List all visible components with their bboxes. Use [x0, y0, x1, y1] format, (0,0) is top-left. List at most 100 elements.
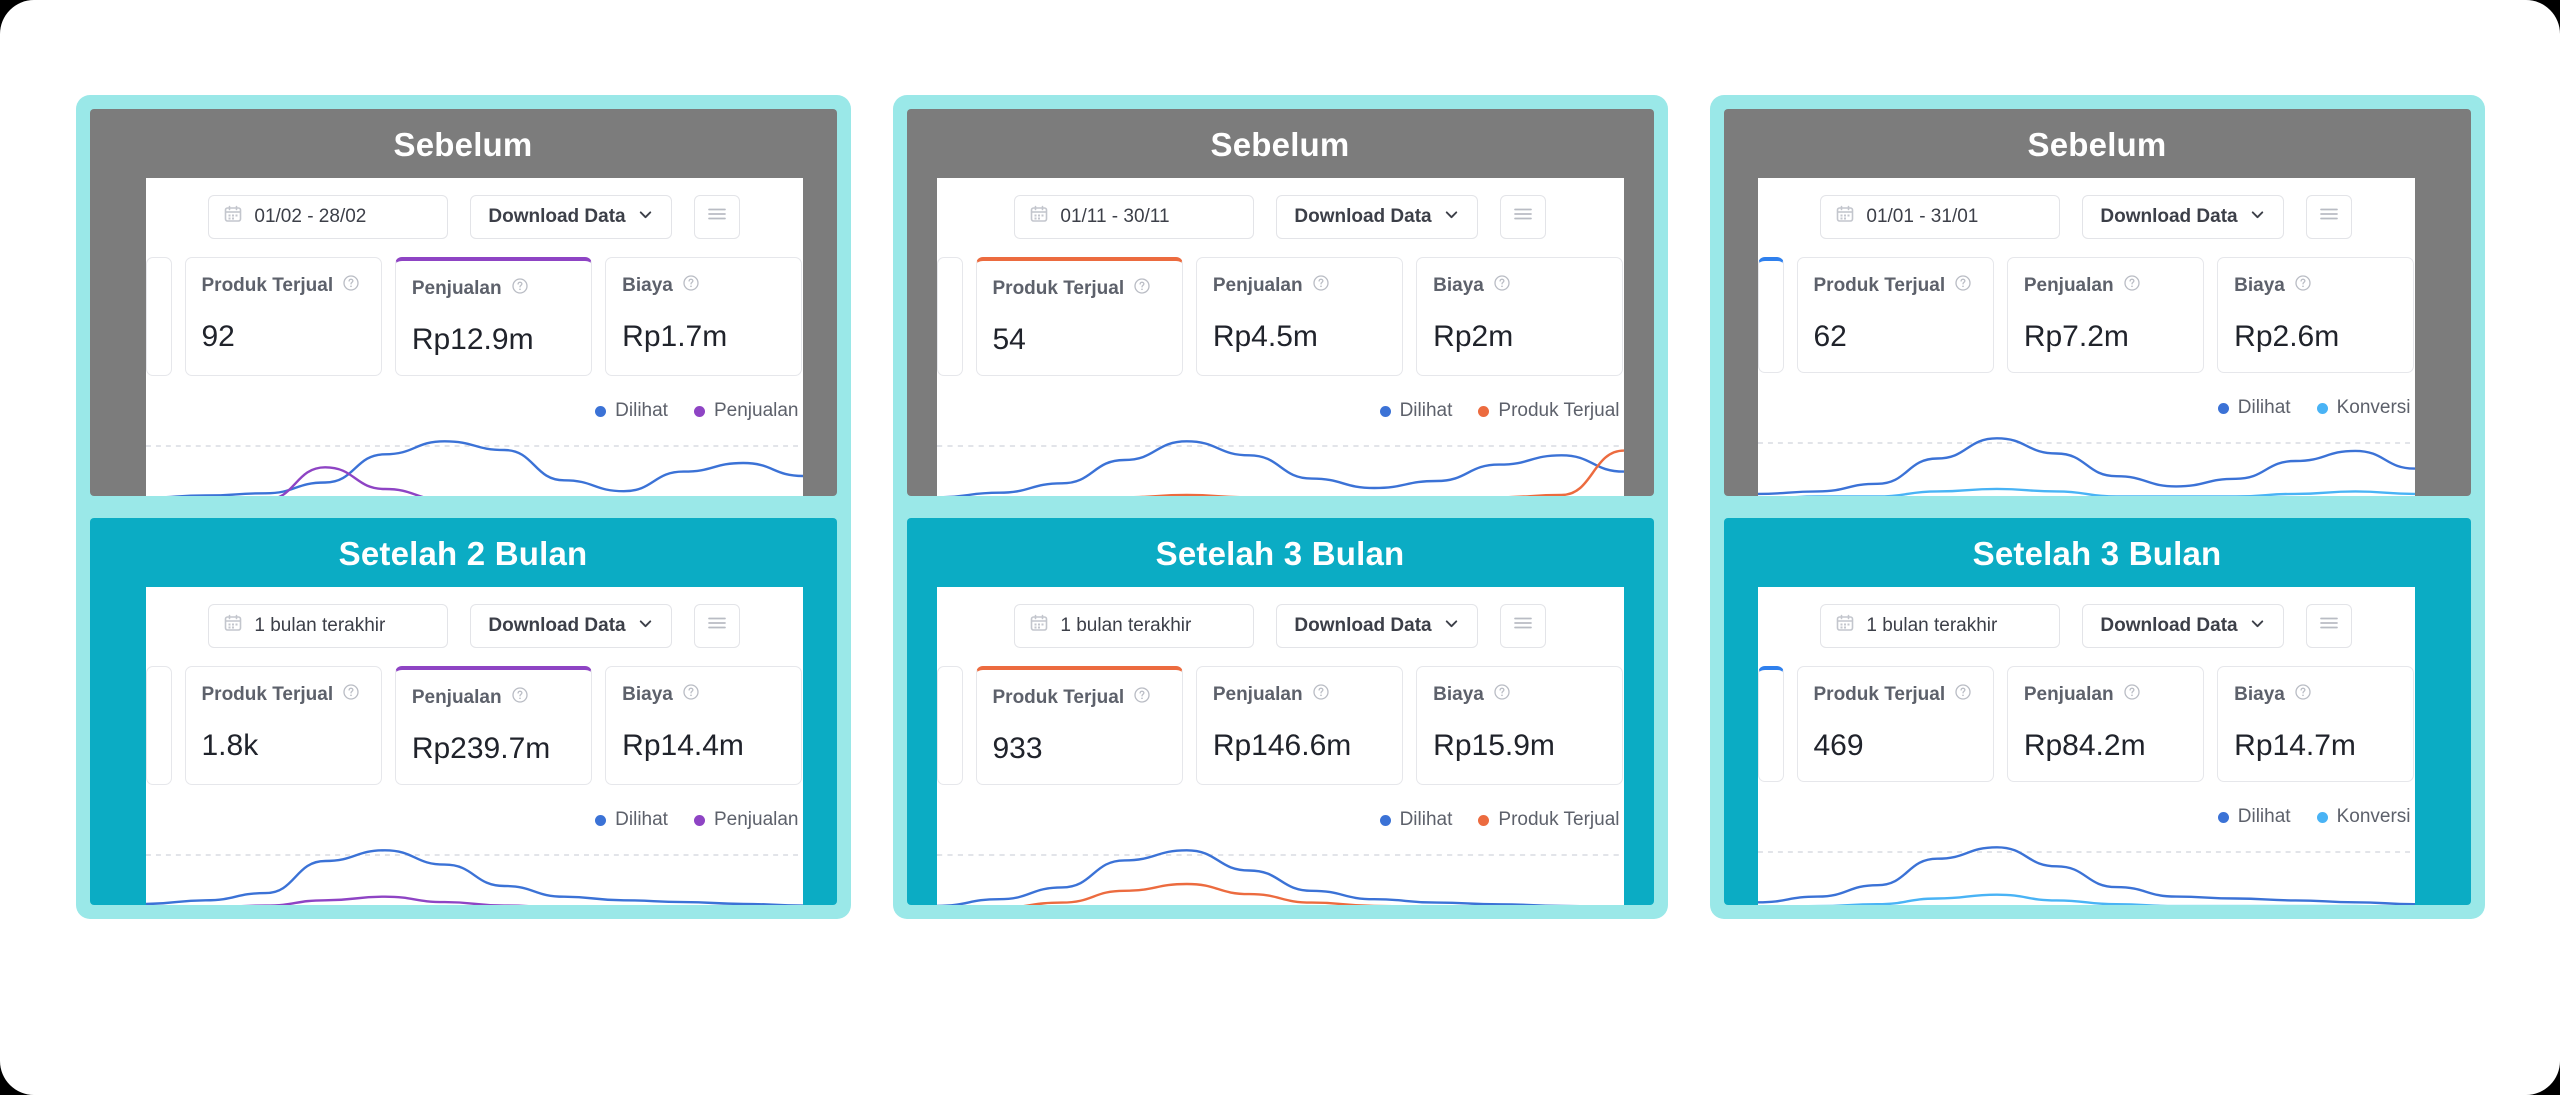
- help-circle-icon[interactable]: [682, 683, 700, 707]
- help-circle-icon[interactable]: [2294, 683, 2312, 707]
- before-card-title: Sebelum: [2027, 126, 2167, 163]
- metric-card[interactable]: Biaya Rp2.6m: [2217, 257, 2415, 373]
- download-data-button[interactable]: Download Data: [2082, 195, 2284, 239]
- metric-card[interactable]: Produk Terjual 54: [975, 257, 1183, 376]
- metric-header: Produk Terjual: [202, 274, 365, 298]
- date-range-picker[interactable]: 1 bulan terakhir: [208, 604, 449, 648]
- help-circle-icon[interactable]: [1133, 686, 1151, 710]
- metric-label: Produk Terjual: [992, 278, 1125, 299]
- chart-legend-item[interactable]: Produk Terjual: [1478, 400, 1620, 422]
- download-data-button[interactable]: Download Data: [470, 195, 672, 239]
- metric-card-partial[interactable]: [1757, 257, 1784, 373]
- metric-card-partial[interactable]: [145, 257, 172, 376]
- chart-legend-item[interactable]: Produk Terjual: [1478, 809, 1620, 831]
- metric-value: 62: [1813, 320, 1847, 353]
- help-circle-icon[interactable]: [1312, 683, 1330, 707]
- dashboard-menu-button[interactable]: [1499, 195, 1546, 239]
- date-range-picker[interactable]: 01/01 - 31/01: [1820, 195, 2061, 239]
- hamburger-menu-icon: [2318, 205, 2340, 229]
- help-circle-icon[interactable]: [682, 274, 700, 298]
- metric-card[interactable]: Penjualan Rp84.2m: [2006, 666, 2205, 782]
- download-data-label: Download Data: [1294, 206, 1432, 227]
- chart-legend-item[interactable]: Penjualan: [693, 809, 799, 831]
- metric-card[interactable]: Produk Terjual 933: [975, 666, 1183, 785]
- metric-value: Rp146.6m: [1212, 729, 1352, 762]
- before-card-title: Sebelum: [393, 126, 533, 163]
- metric-cards-row: Produk Terjual 62 Penjualan Rp7.2m Biaya: [1757, 245, 2415, 373]
- help-circle-icon[interactable]: [511, 277, 529, 301]
- help-circle-icon[interactable]: [1954, 274, 1972, 298]
- metric-card[interactable]: Biaya Rp14.7m: [2217, 666, 2415, 782]
- dashboard-menu-button[interactable]: [1499, 604, 1546, 648]
- help-circle-icon[interactable]: [1493, 274, 1511, 298]
- metric-card[interactable]: Penjualan Rp4.5m: [1195, 257, 1404, 376]
- chart-legend-item[interactable]: Konversi: [2316, 806, 2411, 828]
- metric-value: Rp1.7m: [622, 320, 728, 353]
- metric-header: Biaya: [2234, 274, 2397, 298]
- dashboard-menu-button[interactable]: [693, 195, 740, 239]
- metric-card-partial[interactable]: [936, 666, 963, 785]
- chart-legend-item[interactable]: Dilihat: [1379, 400, 1452, 422]
- chart-legend-item[interactable]: Dilihat: [2217, 397, 2291, 419]
- chevron-down-icon: [2249, 206, 2266, 229]
- help-circle-icon[interactable]: [1954, 683, 1972, 707]
- help-circle-icon[interactable]: [511, 686, 529, 710]
- metric-card[interactable]: Penjualan Rp12.9m: [394, 257, 593, 376]
- chart-series-line: [1022, 882, 1394, 905]
- chevron-down-icon: [637, 206, 654, 229]
- help-circle-icon[interactable]: [2123, 683, 2141, 707]
- metric-card-partial[interactable]: [145, 666, 172, 785]
- chart-legend-item[interactable]: Penjualan: [693, 400, 799, 422]
- help-circle-icon[interactable]: [342, 683, 360, 707]
- dashboard-menu-button[interactable]: [693, 604, 740, 648]
- download-data-button[interactable]: Download Data: [1276, 604, 1478, 648]
- legend-label: Dilihat: [1399, 809, 1453, 830]
- chart-legend-item[interactable]: Dilihat: [595, 400, 668, 422]
- help-circle-icon[interactable]: [342, 274, 360, 298]
- date-range-picker[interactable]: 01/02 - 28/02: [208, 195, 449, 239]
- metric-card[interactable]: Produk Terjual 92: [184, 257, 382, 376]
- download-data-button[interactable]: Download Data: [2082, 604, 2284, 648]
- metric-label: Penjualan: [1212, 275, 1303, 296]
- chart-legend-item[interactable]: Dilihat: [1379, 809, 1453, 831]
- download-data-label: Download Data: [1294, 615, 1432, 636]
- metric-card[interactable]: Penjualan Rp7.2m: [2006, 257, 2205, 373]
- download-data-label: Download Data: [2100, 615, 2238, 636]
- metric-card[interactable]: Penjualan Rp239.7m: [394, 666, 593, 785]
- help-circle-icon[interactable]: [2123, 274, 2141, 298]
- date-range-picker[interactable]: 01/11 - 30/11: [1014, 195, 1255, 239]
- legend-label: Dilihat: [615, 400, 668, 421]
- dashboard-toolbar: 01/02 - 28/02 Download Data: [146, 178, 803, 245]
- hamburger-menu-icon: [1512, 614, 1534, 638]
- metric-card[interactable]: Biaya Rp2m: [1416, 257, 1624, 376]
- metric-card[interactable]: Biaya Rp1.7m: [605, 257, 803, 376]
- help-circle-icon[interactable]: [1312, 274, 1330, 298]
- chart-legend-item[interactable]: Dilihat: [595, 809, 668, 831]
- help-circle-icon[interactable]: [1493, 683, 1511, 707]
- metric-header: Biaya: [622, 683, 785, 707]
- chart-area: [936, 438, 1624, 496]
- chart-legend-item[interactable]: Konversi: [2316, 397, 2411, 419]
- download-data-button[interactable]: Download Data: [1276, 195, 1478, 239]
- after-card: Setelah 3 Bulan 1 bulan terakhir Downloa…: [906, 518, 1654, 905]
- metric-card[interactable]: Biaya Rp15.9m: [1416, 666, 1624, 785]
- dashboard-menu-button[interactable]: [2305, 604, 2352, 648]
- metric-card-partial[interactable]: [1757, 666, 1784, 782]
- download-data-button[interactable]: Download Data: [470, 604, 672, 648]
- metric-card[interactable]: Produk Terjual 1.8k: [184, 666, 382, 785]
- metric-header: Biaya: [2234, 683, 2397, 707]
- legend-label: Produk Terjual: [1498, 400, 1620, 421]
- dashboard-menu-button[interactable]: [2305, 195, 2352, 239]
- date-range-picker[interactable]: 1 bulan terakhir: [1820, 604, 2061, 648]
- metric-value: Rp14.4m: [622, 729, 744, 762]
- date-range-picker[interactable]: 1 bulan terakhir: [1014, 604, 1255, 648]
- metric-card[interactable]: Produk Terjual 469: [1796, 666, 1994, 782]
- metric-card[interactable]: Penjualan Rp146.6m: [1195, 666, 1404, 785]
- metric-card-partial[interactable]: [936, 257, 963, 376]
- metric-card[interactable]: Produk Terjual 62: [1796, 257, 1994, 373]
- legend-color-dot: [2316, 402, 2328, 414]
- help-circle-icon[interactable]: [1133, 277, 1151, 301]
- help-circle-icon[interactable]: [2294, 274, 2312, 298]
- metric-card[interactable]: Biaya Rp14.4m: [605, 666, 803, 785]
- chart-legend-item[interactable]: Dilihat: [2217, 806, 2291, 828]
